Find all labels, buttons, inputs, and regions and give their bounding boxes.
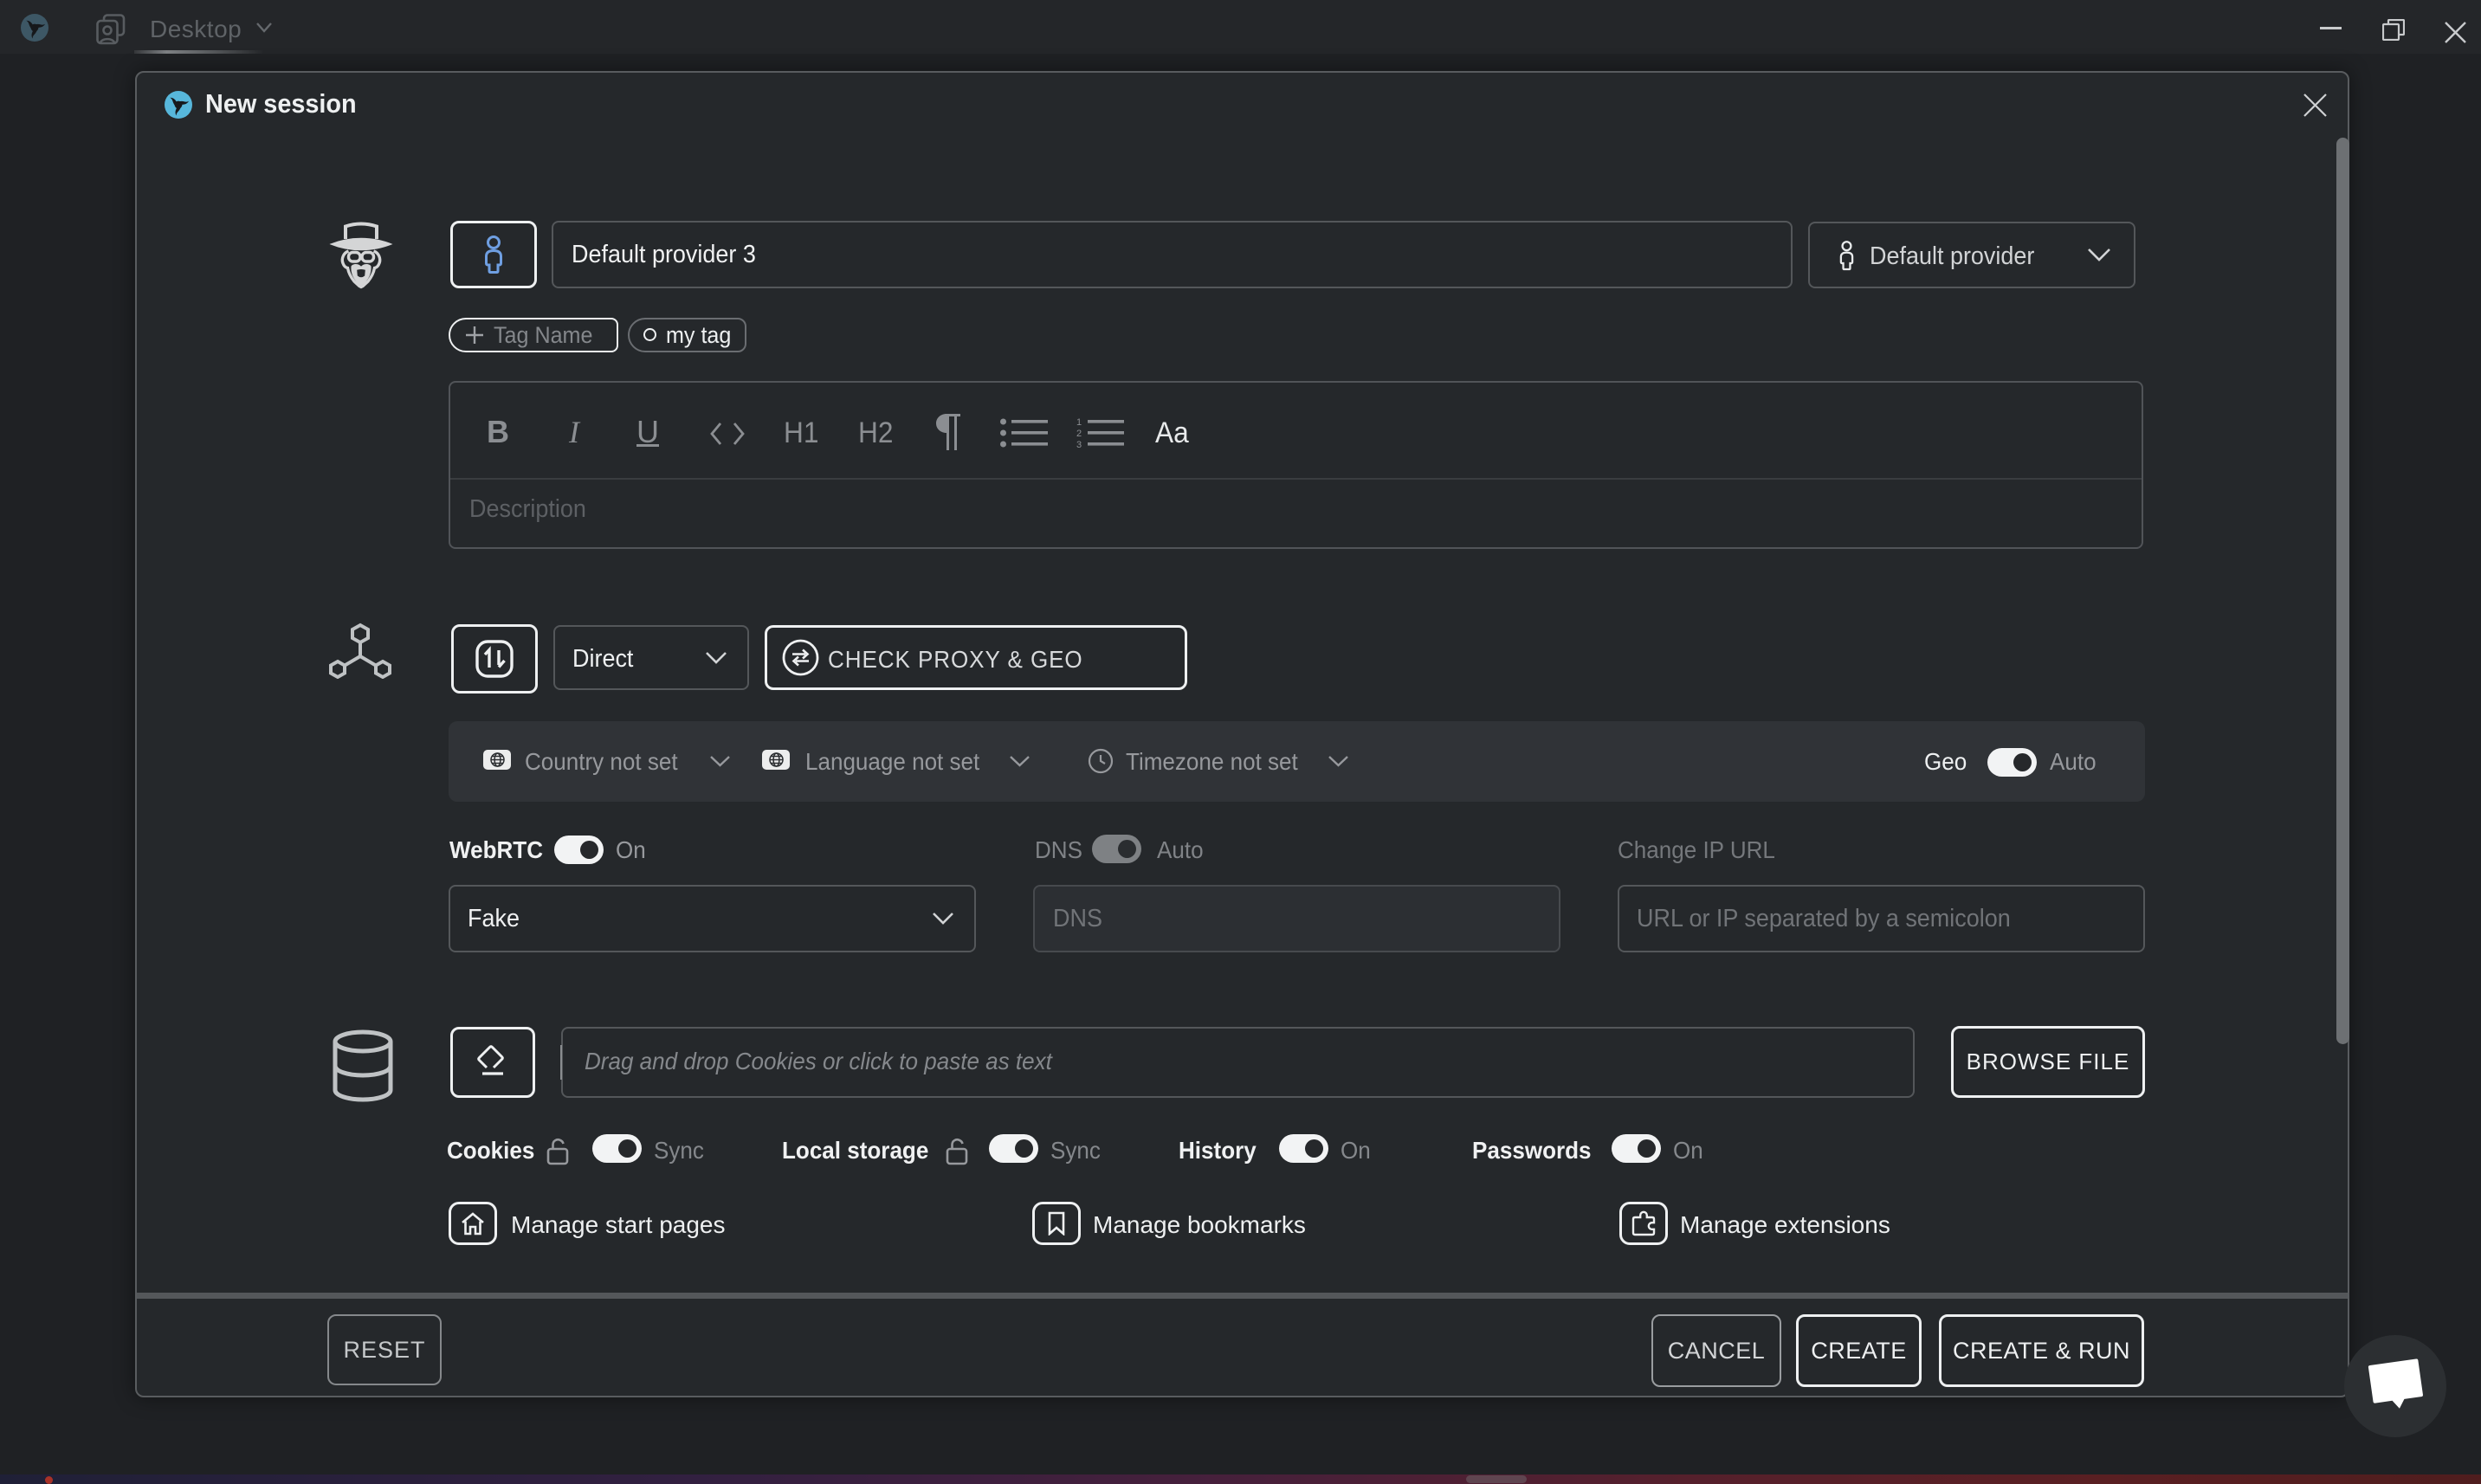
svg-text:1: 1 bbox=[1076, 418, 1082, 428]
svg-text:2: 2 bbox=[1076, 429, 1082, 439]
svg-text:3: 3 bbox=[1076, 440, 1082, 448]
